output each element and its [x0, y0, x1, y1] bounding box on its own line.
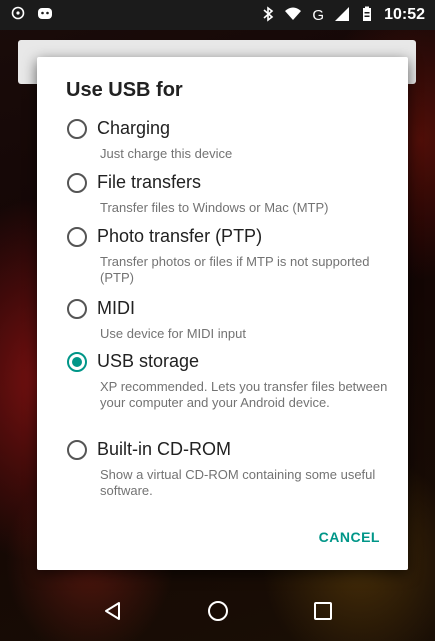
circle-sync-icon [10, 5, 26, 25]
status-bar: G 10:52 [0, 0, 435, 30]
home-icon [206, 599, 230, 628]
option-description: Transfer files to Windows or Mac (MTP) [100, 200, 329, 215]
option-usb-storage[interactable]: USB storage XP recommended. Lets you tra… [67, 351, 403, 411]
navigation-bar [0, 585, 435, 641]
option-file-transfers[interactable]: File transfers Transfer files to Windows… [67, 172, 403, 216]
cellular-signal-icon [334, 6, 350, 25]
radio-button[interactable] [67, 172, 87, 193]
back-icon [102, 600, 124, 627]
home-button[interactable] [194, 589, 242, 637]
option-charging[interactable]: Charging Just charge this device [67, 118, 403, 162]
radio-button-selected[interactable] [67, 351, 87, 372]
clock: 10:52 [384, 6, 425, 23]
battery-icon [360, 6, 374, 25]
option-label: MIDI [97, 298, 135, 318]
recents-button[interactable] [299, 589, 347, 637]
bluetooth-icon [262, 5, 274, 25]
option-label: USB storage [97, 351, 200, 371]
dialog-title: Use USB for [66, 79, 183, 101]
radio-button[interactable] [67, 118, 87, 139]
cancel-button[interactable]: CANCEL [319, 529, 380, 545]
android-notification-icon [36, 5, 54, 25]
wifi-icon [284, 6, 302, 25]
option-label: Charging [97, 118, 171, 138]
option-description: XP recommended. Lets you transfer files … [100, 379, 388, 410]
option-photo-transfer[interactable]: Photo transfer (PTP) Transfer photos or … [67, 226, 403, 286]
back-button[interactable] [89, 589, 137, 637]
option-description: Show a virtual CD-ROM containing some us… [100, 467, 376, 498]
option-built-in-cd-rom[interactable]: Built-in CD-ROM Show a virtual CD-ROM co… [67, 439, 403, 499]
option-label: File transfers [97, 172, 202, 192]
usb-mode-dialog: Use USB for Charging Just charge this de… [37, 57, 408, 570]
radio-button[interactable] [67, 298, 87, 319]
recents-icon [312, 600, 334, 627]
option-description: Transfer photos or files if MTP is not s… [100, 254, 370, 285]
option-label: Built-in CD-ROM [97, 439, 232, 459]
network-type-label: G [312, 6, 325, 24]
radio-button[interactable] [67, 226, 87, 247]
option-label: Photo transfer (PTP) [97, 226, 263, 246]
option-description: Just charge this device [100, 146, 233, 161]
radio-button[interactable] [67, 439, 87, 460]
option-midi[interactable]: MIDI Use device for MIDI input [67, 298, 403, 342]
option-description: Use device for MIDI input [100, 326, 246, 341]
